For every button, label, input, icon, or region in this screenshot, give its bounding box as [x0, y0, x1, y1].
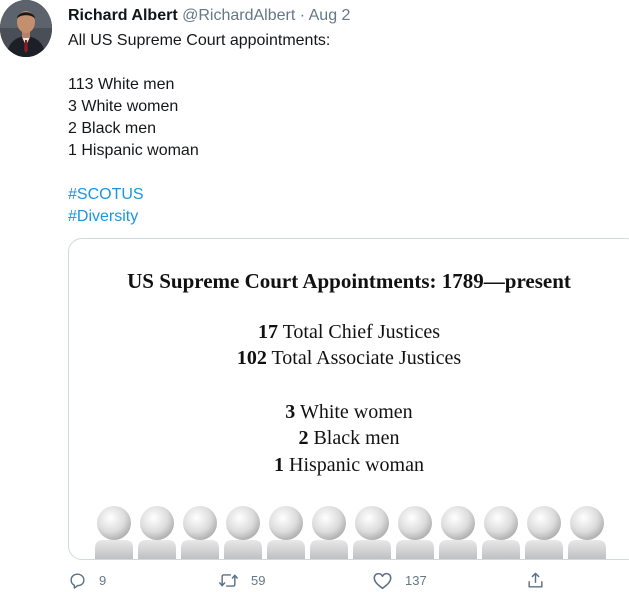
tweet-text-blank — [68, 52, 330, 74]
person-figure-icon — [95, 506, 133, 559]
hashtag-link[interactable]: #Diversity — [68, 206, 330, 228]
tweet-text-line: All US Supreme Court appointments: — [68, 32, 331, 49]
tweet-text: All US Supreme Court appointments: 113 W… — [68, 30, 330, 228]
header-separator: · — [299, 7, 306, 24]
tweet-text-line: 2 Black men — [68, 120, 157, 137]
person-figures-row — [95, 506, 606, 559]
avatar[interactable] — [0, 0, 52, 57]
reply-count: 9 — [99, 572, 107, 588]
retweet-button[interactable]: 59 — [218, 568, 265, 592]
person-figure-icon — [181, 506, 219, 559]
media-stat-label: Total Associate Justices — [271, 347, 462, 369]
retweet-count: 59 — [251, 572, 266, 588]
media-stat-label: Hispanic woman — [289, 454, 424, 476]
reply-button[interactable]: 9 — [68, 568, 106, 592]
media-stat-number: 17 — [257, 321, 278, 343]
tweet-text-line: 1 Hispanic woman — [68, 142, 199, 159]
person-figure-icon — [138, 506, 176, 559]
media-stat-number: 102 — [236, 347, 267, 369]
media-stat-label: Total Chief Justices — [282, 321, 441, 343]
person-figure-icon — [310, 506, 348, 559]
tweet-header: Richard Albert @RichardAlbert · Aug 2 — [68, 6, 350, 26]
like-count: 137 — [405, 572, 427, 588]
tweet-text-line: 113 White men — [68, 76, 175, 93]
tweet-text-line: 3 White women — [68, 98, 179, 115]
media-stat-number: 1 — [274, 454, 284, 476]
person-figure-icon — [568, 506, 606, 559]
hashtag-link[interactable]: #SCOTUS — [68, 184, 330, 206]
media-stat-line: 17 Total Chief Justices — [69, 321, 629, 344]
share-button[interactable] — [526, 568, 545, 592]
share-icon — [528, 572, 543, 588]
media-stat-label: White women — [299, 401, 413, 423]
person-figure-icon — [396, 506, 434, 559]
media-stat-line: 3 White women — [69, 401, 629, 424]
person-figure-icon — [525, 506, 563, 559]
avatar-image — [0, 0, 52, 57]
reply-icon — [70, 572, 85, 589]
retweet-icon — [218, 573, 239, 587]
media-image-card[interactable]: US Supreme Court Appointments: 1789—pres… — [68, 238, 629, 560]
media-stat-label: Black men — [313, 427, 400, 449]
media-stat-number: 3 — [285, 401, 296, 423]
person-figure-icon — [267, 506, 305, 559]
media-title: US Supreme Court Appointments: 1789—pres… — [127, 269, 571, 293]
tweet-date[interactable]: Aug 2 — [309, 7, 351, 24]
author-handle[interactable]: @RichardAlbert — [182, 7, 295, 24]
person-figure-icon — [439, 506, 477, 559]
media-stat-number: 2 — [298, 427, 309, 449]
person-figure-icon — [482, 506, 520, 559]
media-stat-line: 2 Black men — [69, 427, 629, 450]
person-figure-icon — [353, 506, 391, 559]
tweet-actions: 9 59 137 — [68, 568, 628, 592]
person-figure-icon — [224, 506, 262, 559]
tweet-text-blank — [68, 162, 330, 184]
media-stat-line: 1 Hispanic woman — [69, 454, 629, 477]
like-button[interactable]: 137 — [372, 568, 427, 592]
media-stat-line: 102 Total Associate Justices — [69, 347, 629, 370]
author-display-name[interactable]: Richard Albert — [68, 7, 178, 24]
tweet: Richard Albert @RichardAlbert · Aug 2 Al… — [0, 0, 629, 592]
heart-icon — [373, 572, 392, 589]
